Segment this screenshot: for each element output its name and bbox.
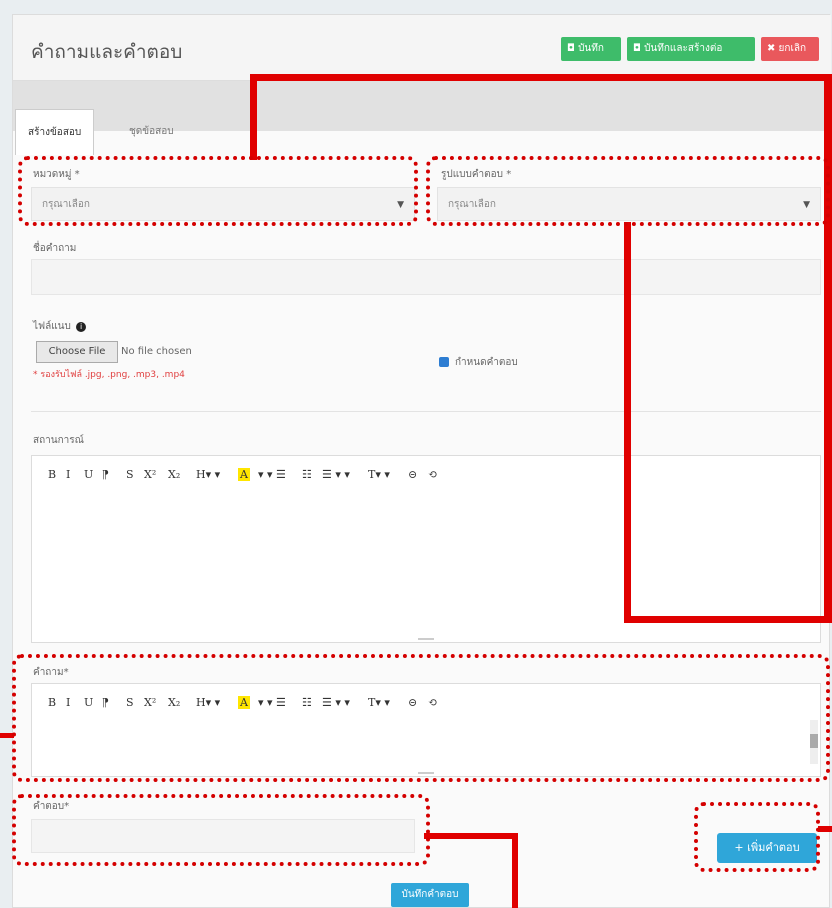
annotation-line xyxy=(818,826,832,832)
strikethrough-button[interactable]: S xyxy=(126,468,134,481)
panel-header: คำถามและคำตอบ ◘ บันทึก ◘ บันทึกและสร้างต… xyxy=(13,15,831,81)
undo-button[interactable]: ⟲ xyxy=(428,468,437,481)
annotation-line xyxy=(250,74,830,81)
list-dropdown[interactable]: ▾ ▾ ☰ xyxy=(258,468,286,481)
annotation-line xyxy=(824,74,832,620)
save-and-new-button[interactable]: ◘ บันทึกและสร้างต่อ xyxy=(627,37,755,61)
annotation-box xyxy=(694,802,820,872)
info-icon: i xyxy=(76,322,87,332)
define-answer-checkbox[interactable] xyxy=(439,357,449,367)
tab-question-set[interactable]: ชุดข้อสอบ xyxy=(117,109,186,155)
clear-format-button[interactable]: ⁋ xyxy=(102,468,109,481)
save-button[interactable]: ◘ บันทึก xyxy=(561,37,621,61)
define-answer-label: กำหนดคำตอบ xyxy=(455,357,518,368)
annotation-box xyxy=(12,654,830,782)
underline-button[interactable]: U xyxy=(84,468,93,481)
scenario-toolbar: B I U ⁋ S X² X₂ H▾ ▾ A ▾ ▾ ☰ ☷ ☰ ▾ ▾ T▾ … xyxy=(32,456,820,490)
tab-strip: สร้างข้อสอบ ชุดข้อสอบ xyxy=(13,109,831,155)
bold-button[interactable]: B xyxy=(48,468,56,481)
tab-create-question[interactable]: สร้างข้อสอบ xyxy=(15,109,95,155)
annotation-line xyxy=(424,833,516,839)
font-size-dropdown[interactable]: T▾ ▾ xyxy=(368,468,390,481)
highlight-button[interactable]: A xyxy=(238,468,250,481)
cancel-button[interactable]: ✖ ยกเลิก xyxy=(761,37,819,61)
annotation-box xyxy=(12,794,430,866)
annotation-box xyxy=(426,156,830,226)
attachment-label-text: ไฟล์แนบ xyxy=(33,321,71,332)
scenario-editor[interactable]: B I U ⁋ S X² X₂ H▾ ▾ A ▾ ▾ ☰ ☷ ☰ ▾ ▾ T▾ … xyxy=(31,455,821,643)
align-dropdown[interactable]: ☰ ▾ ▾ xyxy=(322,468,350,481)
annotation-box xyxy=(18,156,418,226)
question-title-label: ชื่อคำถาม xyxy=(33,243,77,254)
superscript-button[interactable]: X² xyxy=(144,468,156,481)
resize-grip[interactable] xyxy=(418,638,434,640)
link-button[interactable]: ⊝ xyxy=(408,468,417,481)
ordered-list-button[interactable]: ☷ xyxy=(302,468,312,481)
annotation-line xyxy=(512,833,518,908)
heading-dropdown[interactable]: H▾ ▾ xyxy=(196,468,220,481)
save-answer-button[interactable]: บันทึกคำตอบ xyxy=(391,883,469,907)
choose-file-button[interactable]: Choose File xyxy=(36,341,118,363)
italic-button[interactable]: I xyxy=(66,468,70,481)
question-title-input[interactable] xyxy=(31,259,821,295)
scenario-label: สถานการณ์ xyxy=(33,435,84,446)
annotation-line xyxy=(624,222,631,622)
divider xyxy=(31,411,821,412)
annotation-line xyxy=(250,74,257,160)
annotation-line xyxy=(624,616,832,623)
subscript-button[interactable]: X₂ xyxy=(168,468,180,481)
page-title: คำถามและคำตอบ xyxy=(31,41,183,63)
file-hint: * รองรับไฟล์ .jpg, .png, .mp3, .mp4 xyxy=(33,370,185,380)
file-status: No file chosen xyxy=(121,346,192,357)
attachment-label: ไฟล์แนบ i xyxy=(33,319,87,334)
